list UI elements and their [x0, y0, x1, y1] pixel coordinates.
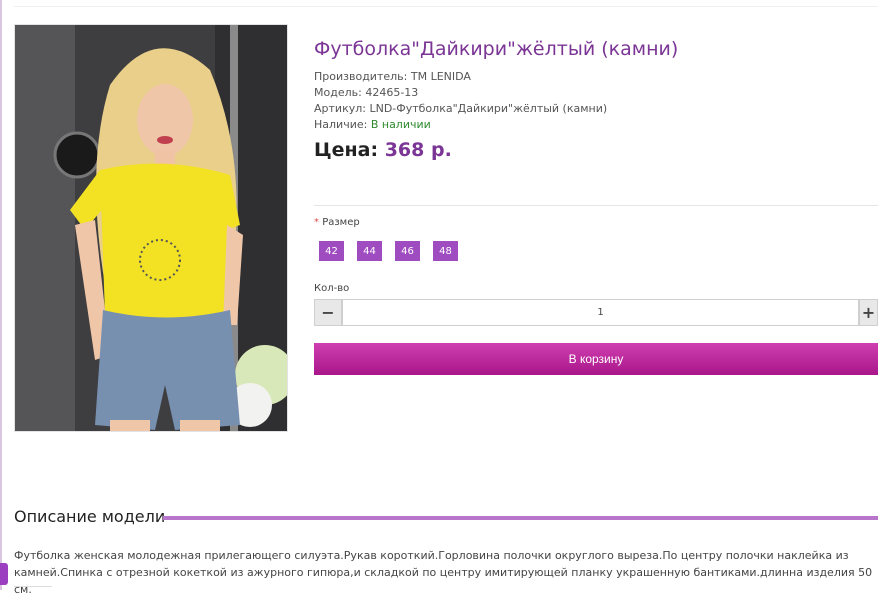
price-value: 368 р.	[384, 139, 452, 161]
manufacturer-row: Производитель: TM LENIDA	[314, 70, 471, 83]
model-label: Модель:	[314, 86, 362, 99]
price-label: Цена:	[314, 139, 379, 161]
size-option-42[interactable]: 42	[319, 241, 344, 261]
left-edge-accent	[0, 0, 2, 590]
availability-value: В наличии	[370, 118, 431, 131]
sku-label: Артикул:	[314, 102, 366, 115]
top-divider	[14, 6, 878, 7]
availability-row: Наличие: В наличии	[314, 118, 431, 131]
add-to-cart-button[interactable]: В корзину	[314, 343, 878, 375]
side-tab[interactable]	[0, 563, 8, 585]
required-mark: *	[314, 217, 319, 228]
quantity-decrease-button[interactable]: −	[314, 299, 342, 326]
product-photo-icon	[15, 25, 287, 431]
description-text: Футболка женская молодежная прилегающего…	[14, 549, 873, 596]
description-heading: Описание модели	[14, 507, 166, 526]
quantity-input[interactable]	[342, 299, 859, 326]
manufacturer-link[interactable]: TM LENIDA	[411, 70, 471, 83]
price-row: Цена: 368 р.	[314, 139, 452, 161]
model-row: Модель: 42465-13	[314, 86, 418, 99]
size-label: * Размер	[314, 217, 360, 228]
product-image[interactable]	[14, 24, 288, 432]
size-label-text: Размер	[322, 217, 360, 228]
description-heading-line	[163, 516, 878, 520]
size-option-44[interactable]: 44	[357, 241, 382, 261]
size-option-48[interactable]: 48	[433, 241, 458, 261]
quantity-label: Кол-во	[314, 283, 350, 294]
availability-label: Наличие:	[314, 118, 368, 131]
sku-row: Артикул: LND-Футболка"Дайкири"жёлтый (ка…	[314, 102, 607, 115]
manufacturer-label: Производитель:	[314, 70, 408, 83]
bottom-fragment	[14, 586, 52, 591]
quantity-increase-button[interactable]: +	[859, 299, 878, 326]
section-divider	[314, 205, 878, 206]
size-option-46[interactable]: 46	[395, 241, 420, 261]
product-title: Футболка"Дайкири"жёлтый (камни)	[314, 38, 679, 60]
model-value: 42465-13	[365, 86, 419, 99]
sku-value: LND-Футболка"Дайкири"жёлтый (камни)	[369, 102, 608, 115]
